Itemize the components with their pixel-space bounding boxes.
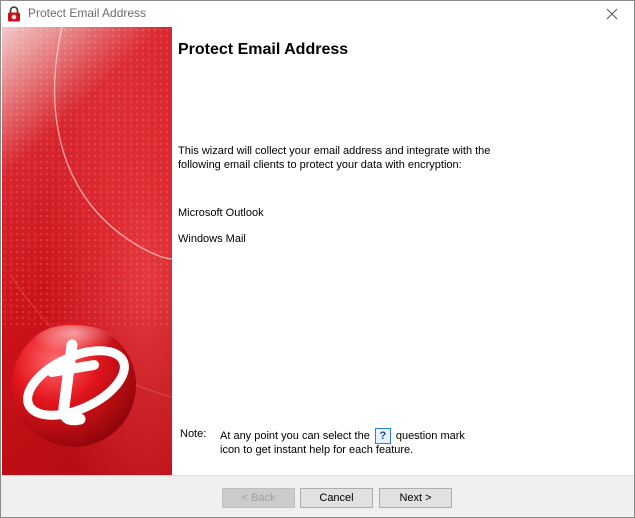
cancel-button[interactable]: Cancel: [300, 488, 373, 508]
window-title: Protect Email Address: [28, 6, 147, 20]
close-icon: [606, 8, 618, 20]
wizard-sidebar-banner: [2, 27, 172, 475]
wizard-description: This wizard will collect your email addr…: [178, 145, 491, 171]
wizard-window: Protect Email Address Protect Email Addr…: [0, 0, 635, 518]
close-button[interactable]: [590, 1, 634, 27]
email-client-item: Microsoft Outlook: [178, 207, 264, 219]
help-question-icon[interactable]: ?: [374, 428, 391, 444]
email-client-item: Windows Mail: [178, 233, 246, 245]
next-button[interactable]: Next >: [379, 488, 452, 508]
trend-micro-lock-icon: [7, 6, 21, 22]
title-bar: Protect Email Address: [1, 1, 634, 27]
page-title: Protect Email Address: [178, 41, 349, 58]
back-button[interactable]: < Back: [222, 488, 295, 508]
wizard-content: Protect Email Address This wizard will c…: [172, 27, 634, 475]
note-text-before: At any point you can select the: [220, 430, 370, 442]
wizard-footer: < Back Cancel Next >: [1, 475, 634, 517]
trend-micro-logo: [12, 323, 136, 447]
note-text: At any point you can select the? question…: [220, 428, 480, 457]
note-label: Note:: [180, 428, 207, 440]
